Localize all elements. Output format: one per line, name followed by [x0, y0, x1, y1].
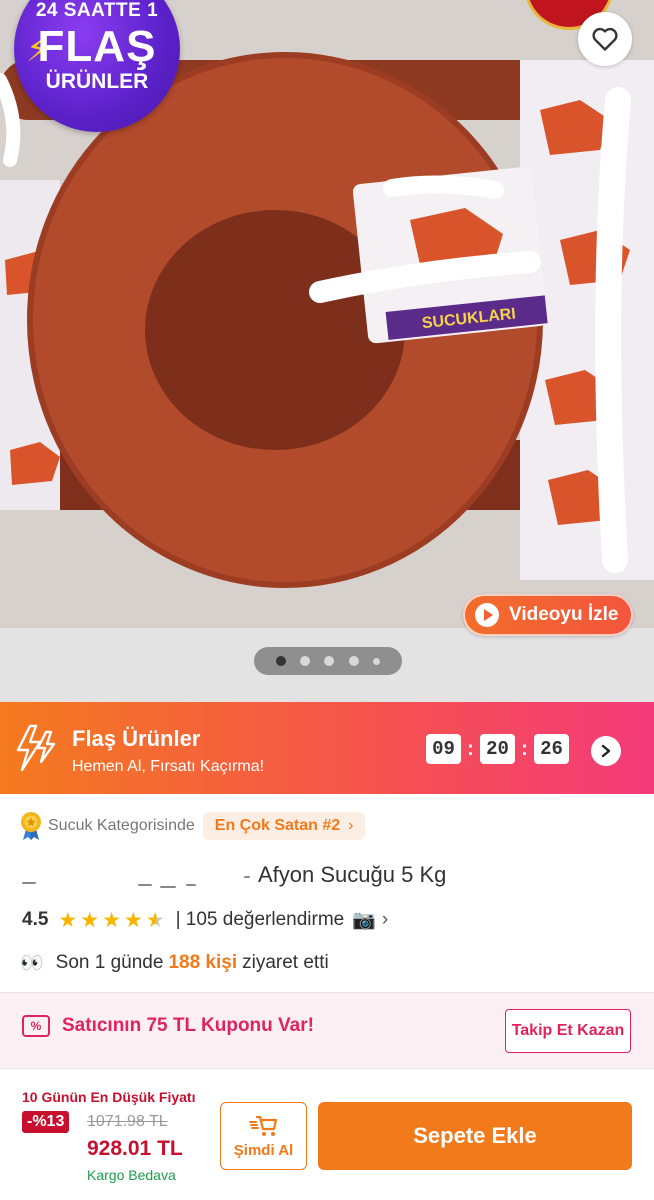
medal-icon [21, 812, 41, 840]
flash-title: Flaş Ürünler [72, 726, 201, 751]
pagination-dot[interactable] [372, 657, 380, 665]
chevron-right-icon: › [348, 817, 354, 834]
purchase-bar: 10 Günün En Düşük Fiyatı -%13 1071.98 TL… [0, 1068, 654, 1200]
star-icon: ★ [102, 908, 121, 932]
best-seller-tag-label: En Çok Satan #2 [214, 817, 341, 834]
timer-separator: : [521, 737, 528, 760]
half-star-icon: ★ [145, 908, 165, 932]
badge-top-text: 24 SAATTE 1 [35, 0, 159, 21]
flash-sale-bar[interactable]: Flaş Ürünler Hemen Al, Fırsatı Kaçırma! … [0, 702, 654, 794]
visit-suffix: ziyaret etti [242, 952, 329, 973]
best-seller-tag[interactable]: En Çok Satan #2 › [202, 812, 366, 840]
visit-info-row: 👀 Son 1 günde 188 kişi ziyaret etti [20, 948, 329, 978]
current-price: 928.01 TL [87, 1137, 183, 1160]
buy-now-button[interactable]: Şimdi Al [220, 1102, 307, 1170]
review-count[interactable]: | 105 değerlendirme [176, 909, 345, 931]
visit-count: 188 kişi [168, 952, 238, 973]
pagination-dot[interactable] [324, 656, 335, 666]
star-icon: ★ [80, 908, 100, 932]
product-title: Afyon Sucuğu 5 Kg [258, 862, 447, 887]
countdown-timer: 09 : 20 : 26 [426, 734, 569, 764]
pagination-dot[interactable] [348, 656, 359, 666]
timer-seconds: 26 [534, 734, 569, 764]
heart-icon [592, 27, 618, 51]
chevron-right-icon: › [381, 909, 389, 930]
double-lightning-icon [16, 724, 56, 772]
image-pagination[interactable] [254, 647, 402, 675]
follow-and-earn-button[interactable]: Takip Et Kazan [505, 1009, 631, 1053]
product-title-row: Afyon Sucuğu 5 Kg [20, 860, 446, 890]
timer-hours: 09 [426, 734, 461, 764]
favorite-button[interactable] [578, 12, 632, 66]
buy-now-label: Şimdi Al [233, 1141, 294, 1159]
old-price: 1071.98 TL [87, 1113, 168, 1130]
camera-icon: 📷 [352, 910, 376, 931]
badge-mid-text: FLAŞ [37, 22, 157, 71]
add-to-cart-button[interactable]: Sepete Ekle [318, 1102, 632, 1170]
best-seller-category: Sucuk Kategorisinde [48, 817, 195, 834]
chevron-right-icon [601, 744, 611, 758]
star-icon: ★ [123, 908, 143, 932]
watch-video-label: Videoyu İzle [509, 604, 619, 625]
rating-stars: ★ ★ ★ ★ ★ [58, 908, 167, 933]
star-icon: ★ [58, 908, 78, 932]
badge-bottom-text: ÜRÜNLER [45, 70, 149, 93]
pagination-dot[interactable] [276, 656, 287, 666]
flash-next-button[interactable] [591, 736, 621, 766]
product-image-gallery[interactable]: SUCUKLARI 24 SAATTE 1 ⚡ FLAŞ ÜRÜNLER Vid… [0, 0, 654, 702]
best-seller-row[interactable]: Sucuk Kategorisinde En Çok Satan #2 › [20, 810, 366, 842]
timer-separator: : [467, 737, 474, 760]
pagination-dot[interactable] [300, 656, 311, 666]
coupon-banner[interactable]: % Satıcının 75 TL Kuponu Var! Takip Et K… [0, 993, 654, 1068]
coupon-text: Satıcının 75 TL Kuponu Var! [62, 1015, 314, 1036]
flash-subtitle: Hemen Al, Fırsatı Kaçırma! [72, 758, 265, 775]
coupon-icon: % [22, 1015, 50, 1037]
redacted-brand [20, 862, 250, 888]
rating-value: 4.5 [22, 909, 49, 930]
visit-prefix: Son 1 günde [55, 952, 164, 973]
discount-badge: -%13 [22, 1111, 70, 1133]
watch-video-button[interactable]: Videoyu İzle [463, 594, 633, 636]
timer-minutes: 20 [480, 734, 515, 764]
eyes-icon: 👀 [20, 953, 44, 974]
fast-cart-icon [248, 1115, 277, 1136]
rating-row[interactable]: 4.5 ★ ★ ★ ★ ★ | 105 değerlendirme 📷 › [22, 905, 388, 935]
lowest-price-label: 10 Günün En Düşük Fiyatı [22, 1089, 196, 1105]
play-icon [475, 603, 499, 627]
free-shipping-label: Kargo Bedava [87, 1167, 176, 1183]
